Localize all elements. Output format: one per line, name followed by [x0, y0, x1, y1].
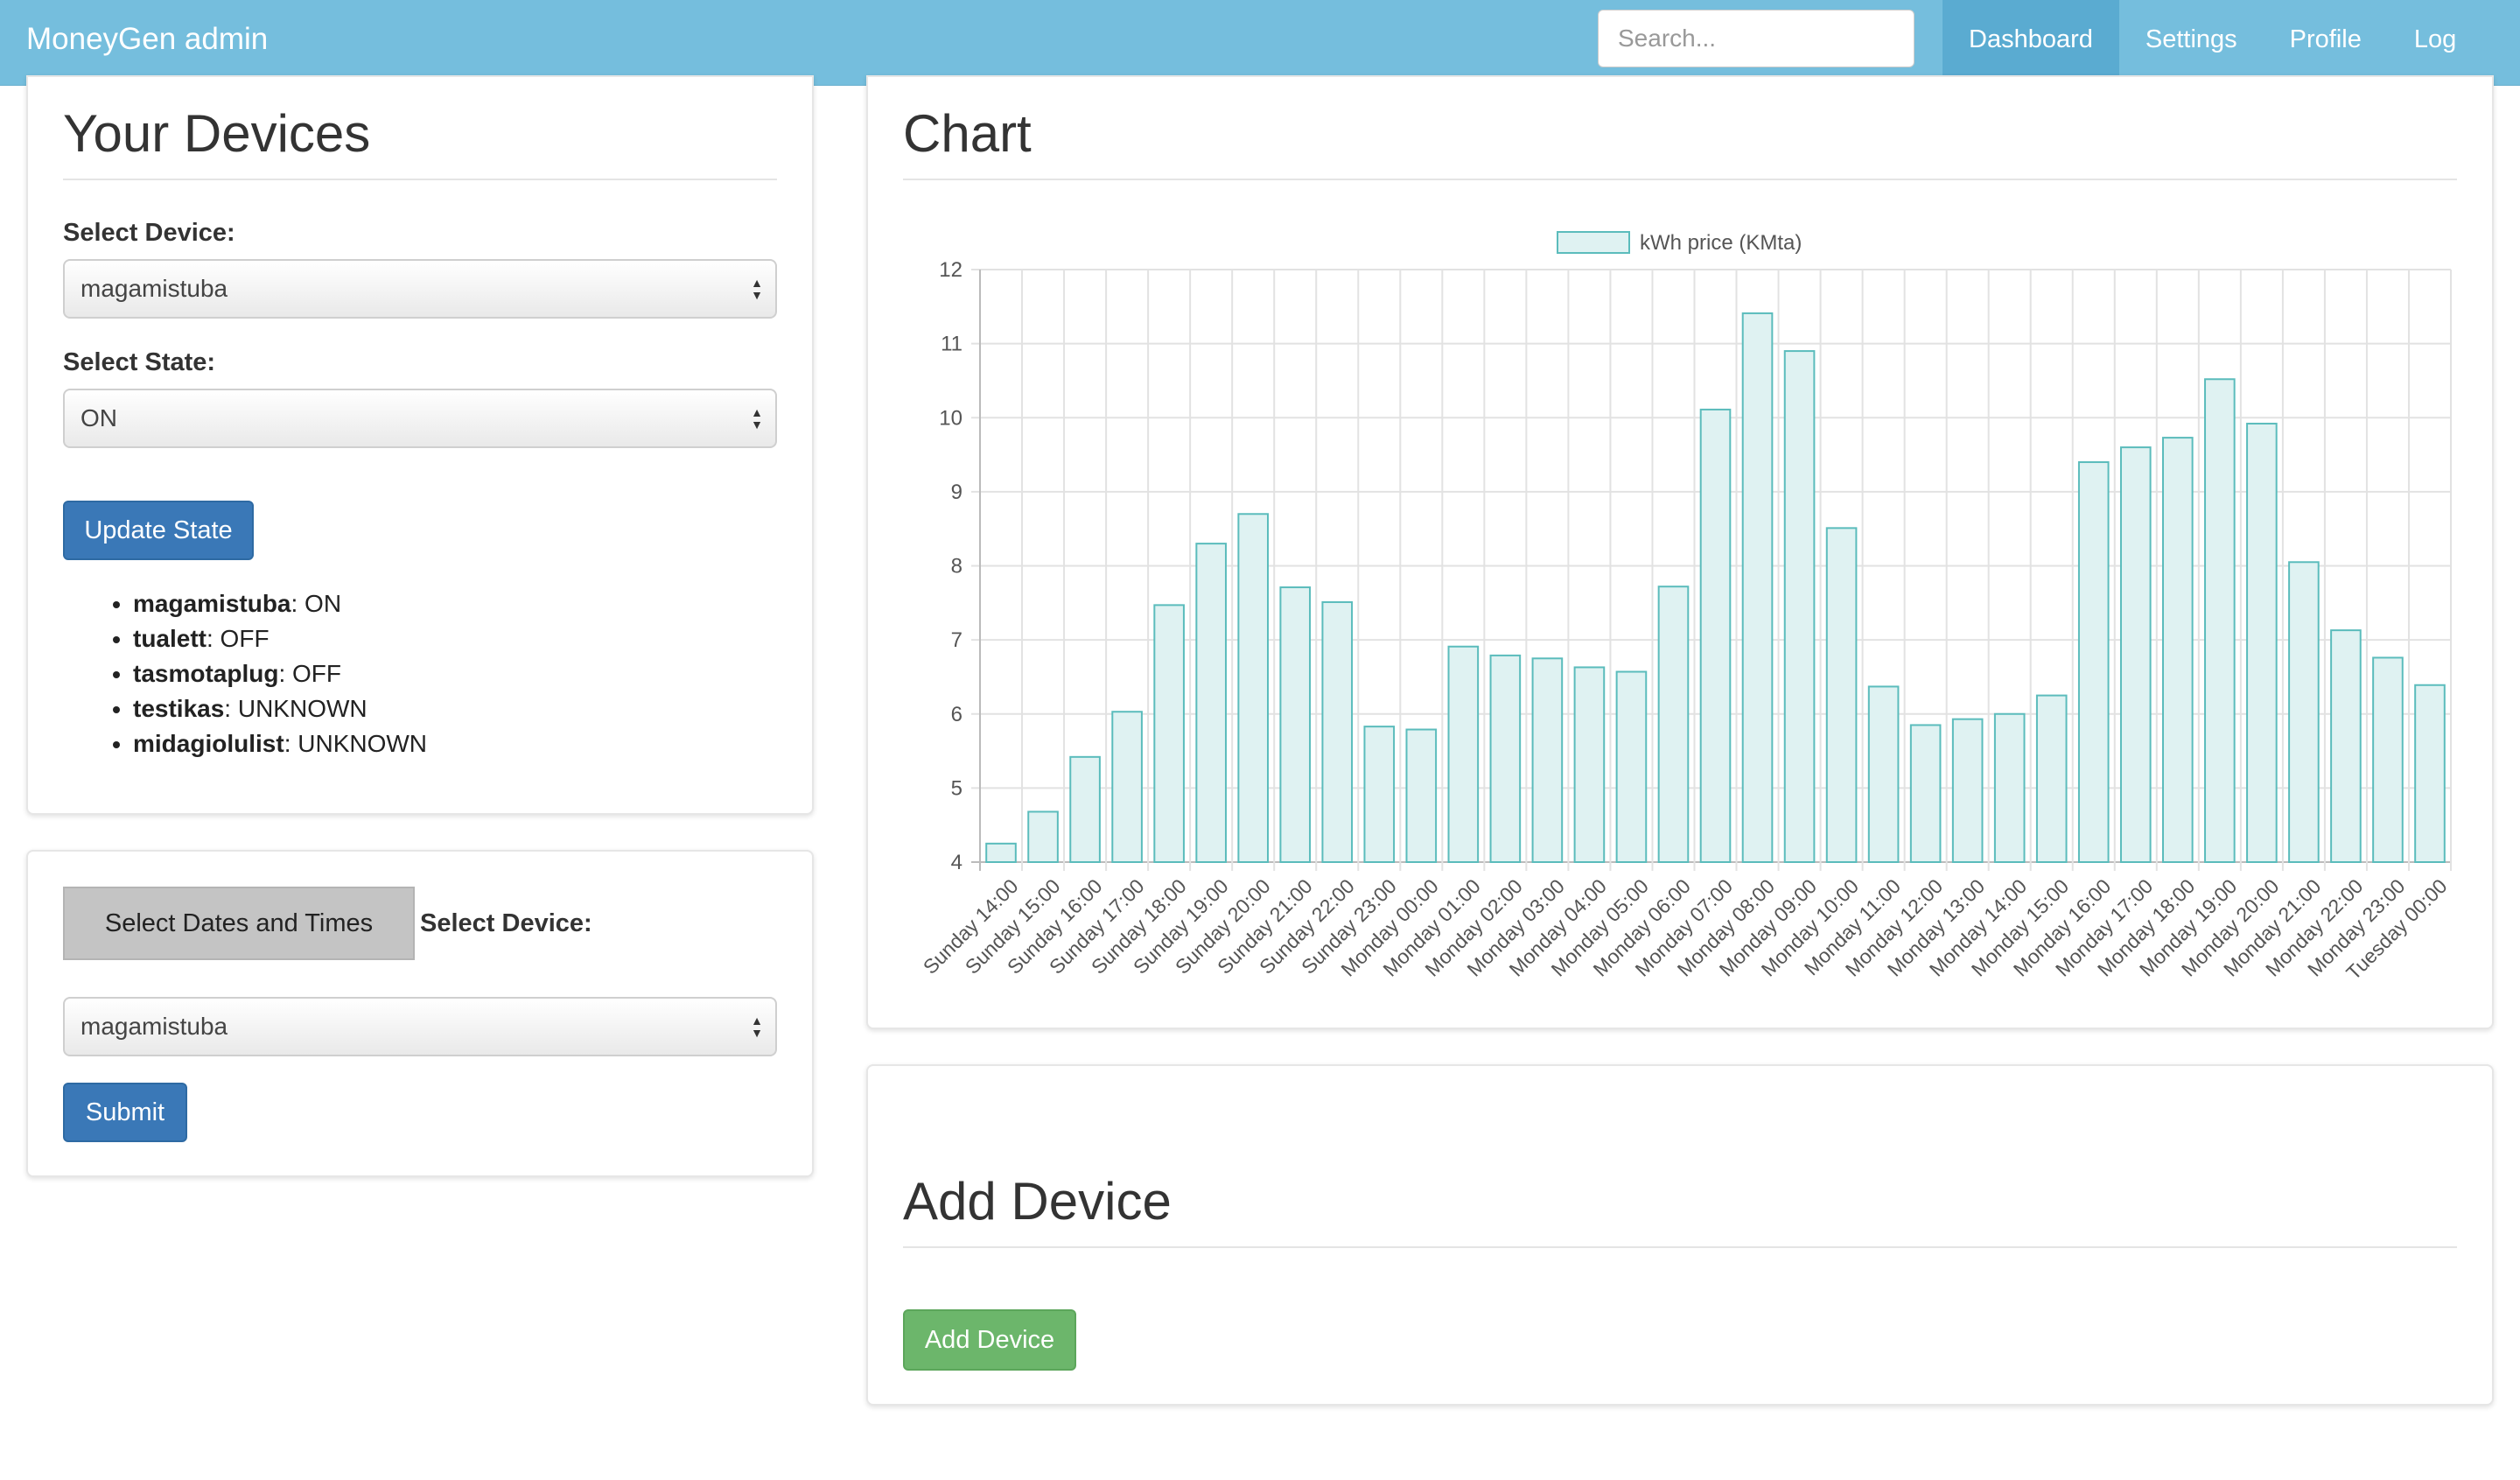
device-name: testikas	[133, 695, 225, 722]
update-state-button[interactable]: Update State	[63, 501, 254, 560]
submit-button[interactable]: Submit	[63, 1083, 187, 1142]
select-state-label: Select State:	[63, 348, 216, 376]
bar	[2414, 684, 2446, 864]
chart-panel-title: Chart	[903, 104, 1032, 163]
nav-profile[interactable]: Profile	[2264, 0, 2388, 81]
list-item: midagiolulist: UNKNOWN	[133, 726, 427, 761]
bar	[1489, 654, 1522, 863]
bar	[2246, 423, 2278, 864]
device-state: : UNKNOWN	[224, 695, 368, 722]
bar	[2077, 461, 2110, 863]
select-device-label: Select Device:	[420, 909, 592, 937]
device-select[interactable]: magamistuba ▲ ▼	[63, 259, 777, 319]
legend-label: kWh price (KMta)	[1640, 231, 1802, 255]
bar	[1531, 657, 1564, 863]
bar	[1825, 527, 1858, 863]
divider	[63, 179, 777, 180]
bar	[2204, 378, 2236, 863]
y-tick-label: 11	[941, 333, 962, 356]
top-navbar: MoneyGen admin Dashboard Settings Profil…	[0, 0, 2520, 132]
bar	[1867, 685, 1900, 863]
select-dates-button[interactable]: Select Dates and Times	[63, 887, 415, 960]
dates-device-select[interactable]: magamistuba ▲ ▼	[63, 997, 777, 1056]
device-name: tasmotaplug	[133, 660, 279, 687]
select-arrows-icon: ▲ ▼	[751, 276, 763, 302]
bar	[1573, 666, 1606, 864]
device-state-list: magamistuba: ON tualett: OFF tasmotaplug…	[107, 586, 427, 761]
y-tick-label: 8	[951, 555, 962, 579]
bar	[1615, 670, 1648, 863]
bar	[2162, 437, 2194, 863]
search-input[interactable]	[1598, 10, 1914, 67]
divider	[903, 1246, 2457, 1248]
y-tick-label: 12	[939, 258, 962, 282]
bar	[1153, 604, 1185, 863]
bar	[2119, 446, 2152, 863]
bar	[2330, 629, 2362, 863]
price-bar-chart: 456789101112Sunday 14:00Sunday 15:00Sund…	[919, 231, 2452, 985]
brand-logo-text[interactable]: MoneyGen admin	[26, 0, 268, 79]
list-item: tasmotaplug: OFF	[133, 656, 427, 691]
device-state: : UNKNOWN	[284, 730, 428, 757]
bar	[1741, 312, 1774, 863]
bar	[1027, 810, 1059, 864]
devices-panel-title: Your Devices	[63, 104, 371, 163]
device-name: magamistuba	[133, 590, 291, 617]
list-item: magamistuba: ON	[133, 586, 427, 621]
device-state: : OFF	[278, 660, 342, 687]
bar	[1279, 586, 1312, 863]
bar	[1699, 408, 1732, 864]
bar	[2288, 561, 2320, 863]
bar	[1195, 543, 1227, 863]
bar	[2372, 656, 2404, 863]
bar	[1111, 711, 1143, 863]
bar	[1321, 600, 1354, 863]
bar	[1909, 724, 1942, 863]
y-tick-label: 10	[939, 406, 962, 430]
bar	[1069, 755, 1101, 864]
bar	[1951, 718, 1984, 864]
nav-log-out[interactable]: Log Out	[2388, 0, 2520, 132]
bar	[1363, 726, 1396, 863]
y-tick-label: 6	[951, 703, 962, 726]
list-item: testikas: UNKNOWN	[133, 691, 427, 726]
list-item: tualett: OFF	[133, 621, 427, 656]
device-select-value: magamistuba	[80, 275, 228, 302]
nav-dashboard[interactable]: Dashboard	[1942, 0, 2119, 81]
bar	[1405, 728, 1438, 863]
dates-device-select-value: magamistuba	[80, 1013, 228, 1040]
divider	[903, 179, 2457, 180]
device-name: tualett	[133, 625, 206, 652]
select-device-label: Select Device:	[63, 219, 235, 247]
bar	[1993, 712, 2026, 863]
y-tick-label: 4	[951, 851, 962, 874]
bar	[2035, 694, 2068, 863]
nav-settings[interactable]: Settings	[2119, 0, 2264, 81]
select-arrows-icon: ▲ ▼	[751, 405, 763, 431]
dates-panel: Select Dates and Times Select Device: ma…	[26, 850, 814, 1177]
legend-swatch	[1557, 231, 1630, 254]
bar	[1657, 586, 1690, 863]
add-device-button[interactable]: Add Device	[903, 1309, 1076, 1371]
state-select[interactable]: ON ▲ ▼	[63, 389, 777, 448]
y-tick-label: 9	[951, 480, 962, 504]
add-device-panel: Add Device Add Device	[866, 1064, 2494, 1406]
bar	[1237, 513, 1269, 863]
state-select-value: ON	[80, 404, 117, 431]
nav-links: Dashboard Settings Profile Log Out	[1942, 0, 2520, 132]
select-arrows-icon: ▲ ▼	[751, 1014, 763, 1040]
device-state: : OFF	[206, 625, 270, 652]
y-tick-label: 7	[951, 628, 962, 652]
add-device-title: Add Device	[903, 1172, 1172, 1231]
device-state: : ON	[290, 590, 342, 617]
bar	[1783, 350, 1816, 863]
y-tick-label: 5	[951, 776, 962, 800]
bar	[1447, 645, 1480, 863]
device-name: midagiolulist	[133, 730, 284, 757]
bar	[985, 842, 1017, 863]
